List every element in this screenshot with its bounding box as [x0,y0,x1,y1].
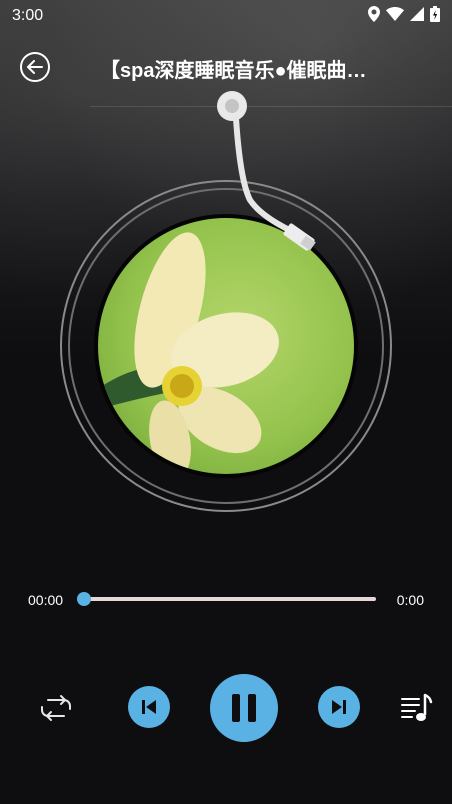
back-arrow-icon [27,60,43,74]
playlist-icon [401,693,433,721]
album-art [98,218,354,474]
vinyl-disc [60,91,392,512]
player-header: 【spa深度睡眠音乐●催眠曲… [0,40,452,94]
signal-icon [410,6,424,26]
status-time: 3:00 [12,7,44,24]
playlist-button[interactable] [396,688,436,728]
pause-button[interactable] [210,674,278,742]
next-icon [332,700,346,714]
location-icon [368,5,380,27]
next-button[interactable] [318,686,360,728]
playback-controls [0,672,452,744]
progress-row: 00:00 0:00 [0,586,452,614]
repeat-button[interactable] [36,692,76,724]
status-bar: 3:00 [0,0,452,32]
previous-button[interactable] [128,686,170,728]
progress-track[interactable] [84,597,376,601]
total-time: 0:00 [396,592,424,608]
song-title: 【spa深度睡眠音乐●催眠曲… [100,60,367,82]
back-button[interactable] [20,52,50,82]
wifi-icon [386,6,404,26]
current-time: 00:00 [28,592,64,608]
previous-icon [142,700,156,714]
battery-icon [430,5,440,27]
repeat-icon [41,695,71,721]
progress-thumb[interactable] [77,592,91,606]
pause-icon [232,694,256,722]
